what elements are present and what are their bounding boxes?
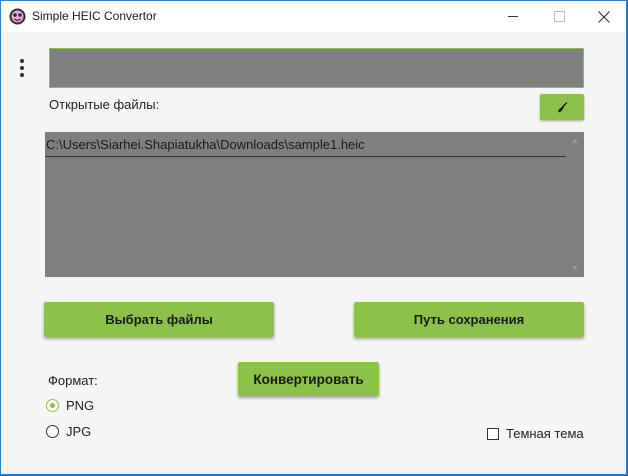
- open-files-list[interactable]: C:\Users\Siarhei.Shapiatukha\Downloads\s…: [45, 132, 584, 277]
- list-item[interactable]: C:\Users\Siarhei.Shapiatukha\Downloads\s…: [45, 136, 566, 157]
- radio-checked-icon[interactable]: [46, 399, 59, 412]
- save-path-field[interactable]: [49, 48, 584, 88]
- scroll-down-icon[interactable]: [566, 259, 584, 277]
- maximize-button[interactable]: [536, 1, 582, 32]
- radio-unchecked-icon[interactable]: [46, 425, 59, 438]
- main-content: Открытые файлы: C:\Users\Siarhei.Shapiat…: [1, 32, 626, 474]
- clear-list-button[interactable]: [540, 94, 584, 120]
- convert-button[interactable]: Конвертировать: [238, 362, 379, 396]
- minimize-icon: [507, 16, 518, 17]
- close-button[interactable]: [581, 1, 626, 32]
- dark-theme-toggle[interactable]: Темная тема: [487, 426, 584, 441]
- broom-icon: [557, 101, 567, 112]
- app-logo-icon: [9, 8, 26, 25]
- format-label: Формат:: [48, 373, 98, 388]
- dark-theme-label: Темная тема: [506, 426, 584, 441]
- save-path-button[interactable]: Путь сохранения: [354, 302, 584, 337]
- dark-theme-checkbox[interactable]: [487, 427, 499, 440]
- close-icon: [598, 10, 610, 23]
- open-files-label: Открытые файлы:: [49, 97, 160, 112]
- minimize-button[interactable]: [490, 1, 536, 32]
- format-option-label: JPG: [66, 424, 92, 439]
- window-title: Simple HEIC Convertor: [32, 9, 157, 23]
- format-option-label: PNG: [66, 398, 95, 413]
- app-window: Simple HEIC Convertor Открытые файлы: C:…: [0, 0, 627, 475]
- scroll-up-icon[interactable]: [566, 132, 584, 150]
- format-option-png[interactable]: PNG: [46, 398, 94, 413]
- title-bar[interactable]: Simple HEIC Convertor: [1, 1, 626, 32]
- format-option-jpg[interactable]: JPG: [46, 424, 91, 439]
- select-files-button[interactable]: Выбрать файлы: [44, 302, 274, 337]
- kebab-menu-icon[interactable]: [18, 59, 26, 79]
- maximize-icon: [553, 11, 565, 22]
